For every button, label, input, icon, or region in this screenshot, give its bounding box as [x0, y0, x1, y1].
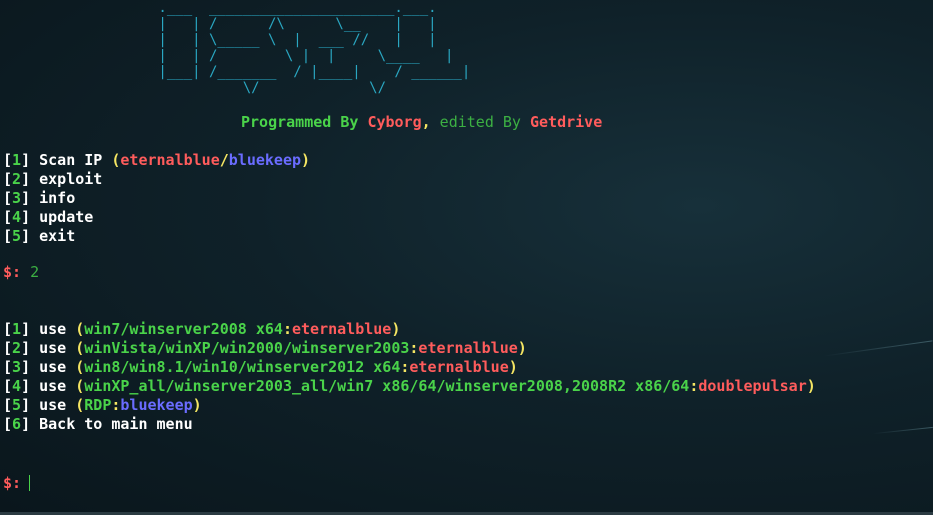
- credit-comma: ,: [421, 113, 431, 131]
- bracket-close: ]: [21, 396, 40, 414]
- menu-item-number: 3: [12, 189, 22, 207]
- menu-item-segment: ): [192, 396, 202, 414]
- exploit-menu-item[interactable]: [6] Back to main menu: [3, 415, 193, 433]
- bracket-open: [: [3, 415, 13, 433]
- input-prompt-line[interactable]: $:: [3, 474, 31, 492]
- prompt-symbol: $:: [3, 263, 22, 281]
- bracket-close: ]: [21, 170, 40, 188]
- credit-line: Programmed By Cyborg, edited By Getdrive: [241, 113, 602, 131]
- prompt-symbol: $:: [3, 474, 22, 492]
- menu-item-detail: /: [219, 151, 229, 169]
- exploit-menu-item[interactable]: [5] use (RDP:bluekeep): [3, 396, 202, 414]
- menu-item-segment: eternalblue: [409, 358, 509, 376]
- menu-item-segment: :: [282, 320, 292, 338]
- exploit-menu-item[interactable]: [4] use (winXP_all/winserver2003_all/win…: [3, 377, 816, 395]
- menu-item-segment: use: [39, 396, 76, 414]
- menu-item-number: 5: [12, 227, 22, 245]
- bracket-close: ]: [21, 151, 40, 169]
- menu-item-segment: ): [806, 377, 816, 395]
- menu-item-number: 4: [12, 377, 22, 395]
- menu-item-segment: doublepulsar: [698, 377, 807, 395]
- background-streak: [873, 426, 933, 435]
- prompt-line: $: 2: [3, 263, 39, 281]
- credit-author: Cyborg: [367, 113, 422, 131]
- menu-item-segment: (: [75, 358, 85, 376]
- menu-item-number: 5: [12, 396, 22, 414]
- terminal-window[interactable]: .___ ______________________.___. | | / /…: [0, 0, 933, 515]
- bracket-close: ]: [21, 189, 40, 207]
- bracket-close: ]: [21, 415, 40, 433]
- bracket-open: [: [3, 151, 13, 169]
- text-cursor: [29, 475, 31, 491]
- menu-item-number: 1: [12, 320, 22, 338]
- bracket-open: [: [3, 358, 13, 376]
- menu-item-segment: ): [517, 339, 527, 357]
- main-menu-item[interactable]: [3] info: [3, 189, 75, 207]
- menu-item-segment: winVista/winXP/win2000/winserver2003: [84, 339, 410, 357]
- menu-item-segment: (: [75, 339, 85, 357]
- menu-item-detail: eternalblue: [120, 151, 220, 169]
- credit-prefix: Programmed By: [241, 113, 368, 131]
- menu-item-label: info: [39, 189, 76, 207]
- menu-item-segment: RDP: [84, 396, 112, 414]
- bracket-open: [: [3, 396, 13, 414]
- menu-item-segment: win8/win8.1/win10/winserver2012 x64: [84, 358, 401, 376]
- bracket-close: ]: [21, 227, 40, 245]
- bracket-close: ]: [21, 320, 40, 338]
- menu-item-segment: use: [39, 377, 76, 395]
- menu-item-segment: Back to main menu: [39, 415, 193, 433]
- menu-item-segment: use: [39, 320, 76, 338]
- menu-item-label: exploit: [39, 170, 103, 188]
- menu-item-detail: ): [301, 151, 311, 169]
- menu-item-segment: use: [39, 358, 76, 376]
- menu-item-segment: winXP_all/winserver2003_all/win7 x86/64/…: [84, 377, 690, 395]
- bracket-open: [: [3, 227, 13, 245]
- exploit-menu-item[interactable]: [2] use (winVista/winXP/win2000/winserve…: [3, 339, 527, 357]
- bracket-open: [: [3, 189, 13, 207]
- main-menu-item[interactable]: [2] exploit: [3, 170, 102, 188]
- menu-item-number: 4: [12, 208, 22, 226]
- bracket-close: ]: [21, 358, 40, 376]
- menu-item-label: update: [39, 208, 94, 226]
- bracket-open: [: [3, 320, 13, 338]
- prompt-input: 2: [30, 263, 40, 281]
- menu-item-number: 6: [12, 415, 22, 433]
- exploit-menu-item[interactable]: [1] use (win7/winserver2008 x64:eternalb…: [3, 320, 400, 338]
- menu-item-segment: use: [39, 339, 76, 357]
- menu-item-segment: eternalblue: [292, 320, 392, 338]
- menu-item-segment: ): [391, 320, 401, 338]
- menu-item-detail: bluekeep: [228, 151, 302, 169]
- menu-item-number: 3: [12, 358, 22, 376]
- menu-item-segment: eternalblue: [418, 339, 518, 357]
- main-menu-item[interactable]: [1] Scan IP (eternalblue/bluekeep): [3, 151, 310, 169]
- ascii-logo: .___ ______________________.___. | | / /…: [158, 0, 471, 96]
- menu-item-segment: (: [75, 377, 85, 395]
- main-menu-item[interactable]: [4] update: [3, 208, 93, 226]
- menu-item-segment: ): [508, 358, 518, 376]
- background-streak: [823, 340, 933, 357]
- menu-item-segment: win7/winserver2008 x64: [84, 320, 283, 338]
- menu-item-number: 2: [12, 339, 22, 357]
- credit-editor: Getdrive: [530, 113, 603, 131]
- exploit-menu-item[interactable]: [3] use (win8/win8.1/win10/winserver2012…: [3, 358, 518, 376]
- bracket-open: [: [3, 377, 13, 395]
- main-menu-item[interactable]: [5] exit: [3, 227, 75, 245]
- credit-edited: edited By: [430, 113, 530, 131]
- menu-item-number: 2: [12, 170, 22, 188]
- bracket-close: ]: [21, 208, 40, 226]
- bracket-open: [: [3, 339, 13, 357]
- menu-item-segment: bluekeep: [120, 396, 193, 414]
- menu-item-label: Scan IP: [39, 151, 103, 169]
- menu-item-label: exit: [39, 227, 76, 245]
- menu-item-segment: (: [75, 320, 85, 338]
- bracket-close: ]: [21, 339, 40, 357]
- menu-item-number: 1: [12, 151, 22, 169]
- menu-item-segment: (: [75, 396, 85, 414]
- bracket-close: ]: [21, 377, 40, 395]
- bracket-open: [: [3, 170, 13, 188]
- bracket-open: [: [3, 208, 13, 226]
